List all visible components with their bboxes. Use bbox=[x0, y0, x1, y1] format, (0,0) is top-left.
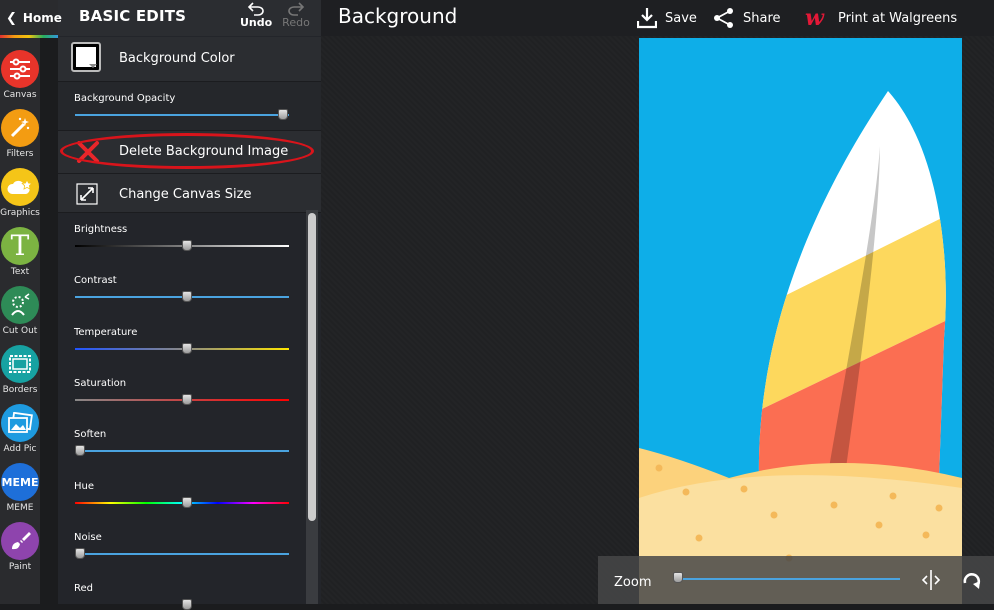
background-opacity-slider[interactable] bbox=[75, 114, 289, 116]
tool-label: MEME bbox=[6, 503, 34, 513]
paint-brush-icon bbox=[1, 522, 39, 560]
magic-wand-icon bbox=[1, 109, 39, 147]
tool-label: Graphics bbox=[0, 208, 40, 218]
background-opacity-row: Background Opacity bbox=[58, 82, 321, 131]
slider-knob[interactable] bbox=[75, 548, 85, 559]
change-canvas-size-label: Change Canvas Size bbox=[119, 187, 252, 202]
tool-label: Text bbox=[10, 267, 30, 277]
brightness-label: Brightness bbox=[74, 224, 128, 235]
panel-header: BASIC EDITS Undo Redo bbox=[58, 0, 321, 36]
tool-canvas[interactable]: Canvas bbox=[0, 50, 40, 100]
text-t-icon: T bbox=[1, 227, 39, 265]
background-color-row[interactable]: Background Color bbox=[58, 37, 321, 82]
slider-knob[interactable] bbox=[182, 240, 192, 251]
slider-knob[interactable] bbox=[182, 291, 192, 302]
slider-knob[interactable] bbox=[277, 109, 288, 120]
zoom-label: Zoom bbox=[614, 575, 652, 590]
delete-background-row[interactable]: Delete Background Image bbox=[58, 131, 321, 174]
home-label: Home bbox=[22, 11, 62, 25]
redo-icon bbox=[288, 2, 305, 16]
canvas-image[interactable] bbox=[639, 38, 962, 604]
tool-borders[interactable]: Borders bbox=[0, 345, 40, 395]
tool-label: Filters bbox=[6, 149, 34, 159]
border-frame-icon bbox=[1, 345, 39, 383]
noise-slider[interactable] bbox=[75, 553, 289, 555]
tool-label: Borders bbox=[2, 385, 38, 395]
tool-filters[interactable]: Filters bbox=[0, 109, 40, 159]
basic-edits-panel: BASIC EDITS Undo Redo Background Color B… bbox=[58, 0, 321, 610]
tool-label: Canvas bbox=[3, 90, 37, 100]
temperature-label: Temperature bbox=[74, 327, 138, 338]
soften-slider[interactable] bbox=[75, 450, 289, 452]
save-label: Save bbox=[665, 10, 697, 26]
surfboard-illustration bbox=[639, 38, 962, 604]
noise-label: Noise bbox=[74, 532, 102, 543]
tool-graphics[interactable]: Graphics bbox=[0, 168, 40, 218]
hue-label: Hue bbox=[74, 481, 95, 492]
tool-meme[interactable]: MEME MEME bbox=[0, 463, 40, 513]
slider-knob[interactable] bbox=[182, 394, 192, 405]
tool-label: Paint bbox=[8, 562, 32, 572]
redo-label: Redo bbox=[282, 16, 310, 29]
slider-knob[interactable] bbox=[182, 497, 192, 508]
cutout-icon bbox=[1, 286, 39, 324]
zoom-slider-knob[interactable] bbox=[673, 572, 683, 583]
walgreens-logo-icon: 𝒘 bbox=[805, 5, 824, 31]
print-label: Print at Walgreens bbox=[837, 10, 958, 26]
compare-split-icon[interactable] bbox=[920, 569, 942, 595]
dropdown-arrow-icon bbox=[89, 64, 97, 68]
red-label: Red bbox=[74, 583, 93, 594]
share-icon bbox=[714, 8, 733, 28]
page-title: Background bbox=[338, 4, 458, 28]
cloud-star-icon bbox=[1, 168, 39, 206]
tool-paint[interactable]: Paint bbox=[0, 522, 40, 572]
tool-label: Cut Out bbox=[2, 326, 38, 336]
meme-icon: MEME bbox=[1, 463, 39, 501]
change-canvas-size-row[interactable]: Change Canvas Size bbox=[58, 174, 321, 213]
background-color-label: Background Color bbox=[119, 51, 235, 66]
redo-button[interactable]: Redo bbox=[280, 2, 312, 29]
share-label: Share bbox=[743, 10, 781, 26]
tool-add-pic[interactable]: Add Pic bbox=[0, 404, 40, 454]
slider-knob[interactable] bbox=[75, 445, 85, 456]
saturation-label: Saturation bbox=[74, 378, 127, 389]
download-icon bbox=[637, 8, 657, 29]
contrast-label: Contrast bbox=[74, 275, 117, 286]
tool-text[interactable]: T Text bbox=[0, 227, 40, 277]
save-button[interactable]: Save bbox=[637, 0, 697, 36]
soften-label: Soften bbox=[74, 429, 107, 440]
slider-knob[interactable] bbox=[182, 599, 192, 610]
zoom-bar: Zoom bbox=[598, 556, 994, 604]
zoom-slider[interactable] bbox=[678, 578, 900, 580]
sliders-icon bbox=[1, 50, 39, 88]
rotate-icon[interactable] bbox=[960, 569, 984, 595]
undo-label: Undo bbox=[240, 16, 273, 29]
tool-label: Add Pic bbox=[3, 444, 37, 454]
home-button[interactable]: ❮ Home bbox=[0, 0, 62, 36]
print-walgreens-button[interactable]: 𝒘 Print at Walgreens bbox=[805, 0, 957, 36]
panel-title: BASIC EDITS bbox=[79, 7, 187, 25]
meme-icon-text: MEME bbox=[1, 475, 39, 489]
highlight-ellipse bbox=[60, 133, 314, 169]
top-bar: Background Save Share 𝒘 Print at Walgree… bbox=[321, 0, 994, 36]
undo-button[interactable]: Undo bbox=[240, 2, 272, 29]
share-button[interactable]: Share bbox=[713, 0, 781, 36]
background-opacity-label: Background Opacity bbox=[74, 93, 176, 104]
tool-cut-out[interactable]: Cut Out bbox=[0, 286, 40, 336]
scrollbar-thumb[interactable] bbox=[308, 213, 316, 521]
resize-arrows-icon bbox=[76, 183, 98, 209]
chevron-left-icon: ❮ bbox=[6, 10, 17, 26]
add-picture-icon bbox=[1, 404, 39, 442]
undo-icon bbox=[247, 2, 264, 16]
rainbow-stripe bbox=[0, 35, 58, 38]
color-swatch[interactable] bbox=[71, 42, 101, 72]
slider-knob[interactable] bbox=[182, 343, 192, 354]
